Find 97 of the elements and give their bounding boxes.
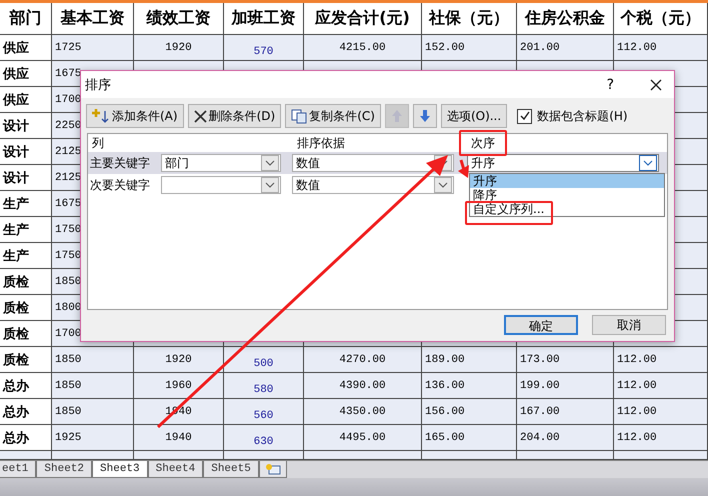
table-cell: 112.00 <box>614 373 708 399</box>
help-button[interactable]: ? <box>606 76 614 92</box>
toolbar-button[interactable]: 复制条件(C) <box>285 104 381 128</box>
table-cell: 1920 <box>134 347 224 373</box>
table-cell: 167.00 <box>517 399 614 425</box>
down-arrow-icon <box>420 110 430 122</box>
table-cell: 152.00 <box>422 35 517 61</box>
table-cell: 1940 <box>134 425 224 451</box>
copy-icon <box>291 108 308 124</box>
table-cell: 1850 <box>52 399 134 425</box>
table-cell: 136.00 <box>422 373 517 399</box>
table-cell: 总办 <box>0 399 52 425</box>
table-cell: 201.00 <box>517 35 614 61</box>
table-cell: 630 <box>224 425 304 451</box>
column-heading: 排序依据 <box>297 136 345 150</box>
cancel-button[interactable]: 取消 <box>592 315 666 335</box>
add-sort-icon <box>92 108 110 124</box>
table-cell: 4215.00 <box>304 35 422 61</box>
table-cell: 质检 <box>0 295 52 321</box>
order-option[interactable]: 降序 <box>470 188 664 202</box>
close-icon[interactable] <box>650 78 662 90</box>
table-cell: 4390.00 <box>304 373 422 399</box>
column-header: 加班工资 <box>224 3 304 35</box>
ok-button[interactable]: 确定 <box>504 315 578 335</box>
column-header: 部门 <box>0 3 52 35</box>
column-header: 应发合计(元) <box>304 3 422 35</box>
toolbar-button[interactable]: 添加条件(A) <box>86 104 184 128</box>
order-dropdown[interactable]: 升序 <box>467 154 659 172</box>
checkbox[interactable] <box>517 108 532 124</box>
table-cell: 112.00 <box>614 399 708 425</box>
table-cell: 204.00 <box>517 425 614 451</box>
order-option[interactable]: 升序 <box>470 174 664 188</box>
checkbox-label: 数据包含标题(H) <box>537 108 628 124</box>
table-cell: 560 <box>224 399 304 425</box>
table-cell: 供应 <box>0 87 52 113</box>
chevron-down-icon <box>643 160 653 166</box>
table-cell: 质检 <box>0 269 52 295</box>
column-dropdown[interactable]: 部门 <box>161 154 281 172</box>
sheet-tab[interactable]: Sheet5 <box>203 461 259 478</box>
new-sheet-icon <box>264 463 282 475</box>
column-header: 绩效工资 <box>134 3 224 35</box>
sheet-tab[interactable]: Sheet2 <box>36 461 92 478</box>
table-cell: 580 <box>224 373 304 399</box>
table-cell: 500 <box>224 347 304 373</box>
basis-dropdown[interactable]: 数值 <box>292 154 454 172</box>
table-cell: 1920 <box>134 35 224 61</box>
table-cell: 165.00 <box>422 425 517 451</box>
sort-level-row[interactable]: 主要关键字 部门 数值 升序 <box>88 152 667 174</box>
order-option[interactable]: 自定义序列... <box>470 202 664 216</box>
sheet-tab[interactable]: Sheet4 <box>148 461 204 478</box>
table-cell: 189.00 <box>422 347 517 373</box>
move-down-button[interactable] <box>412 104 437 128</box>
table-cell: 生产 <box>0 217 52 243</box>
sheet-tab[interactable]: Sheet3 <box>92 461 148 478</box>
annotation-arrow <box>458 160 469 178</box>
table-cell: 4270.00 <box>304 347 422 373</box>
table-cell: 设计 <box>0 165 52 191</box>
table-cell: 4350.00 <box>304 399 422 425</box>
table-cell: 112.00 <box>614 347 708 373</box>
table-cell: 112.00 <box>614 425 708 451</box>
new-sheet-button[interactable] <box>258 461 287 478</box>
chevron-down-icon <box>438 182 448 188</box>
table-cell: 1725 <box>52 35 134 61</box>
table-cell: 设计 <box>0 113 52 139</box>
column-header: 个税（元） <box>614 3 708 35</box>
table-cell: 1850 <box>52 347 134 373</box>
column-header: 住房公积金 <box>517 3 614 35</box>
table-cell: 570 <box>224 35 304 61</box>
table-cell: 质检 <box>0 321 52 347</box>
table-cell: 156.00 <box>422 399 517 425</box>
table-cell: 112.00 <box>614 35 708 61</box>
sheet-tab[interactable]: eet1 <box>0 461 36 478</box>
table-cell: 1925 <box>52 425 134 451</box>
table-cell: 总办 <box>0 425 52 451</box>
chevron-down-icon <box>265 160 275 166</box>
toolbar-button[interactable]: 选项(O)... <box>440 104 508 128</box>
table-cell: 199.00 <box>517 373 614 399</box>
column-header: 社保（元） <box>422 3 517 35</box>
table-cell: 供应 <box>0 35 52 61</box>
chevron-down-icon <box>265 182 275 188</box>
basis-dropdown[interactable]: 数值 <box>292 176 454 194</box>
table-cell: 生产 <box>0 191 52 217</box>
table-cell: 1960 <box>134 373 224 399</box>
table-cell: 供应 <box>0 61 52 87</box>
column-heading: 次序 <box>471 136 495 150</box>
table-cell: 4495.00 <box>304 425 422 451</box>
table-cell: 生产 <box>0 243 52 269</box>
highlight-frame <box>459 130 507 156</box>
delete-icon <box>194 110 207 122</box>
column-dropdown[interactable] <box>161 176 281 194</box>
table-cell: 1850 <box>52 373 134 399</box>
table-cell: 173.00 <box>517 347 614 373</box>
column-header: 基本工资 <box>52 3 134 35</box>
table-cell: 质检 <box>0 347 52 373</box>
table-cell: 设计 <box>0 139 52 165</box>
toolbar-button[interactable]: 删除条件(D) <box>188 104 282 128</box>
table-cell: 总办 <box>0 373 52 399</box>
